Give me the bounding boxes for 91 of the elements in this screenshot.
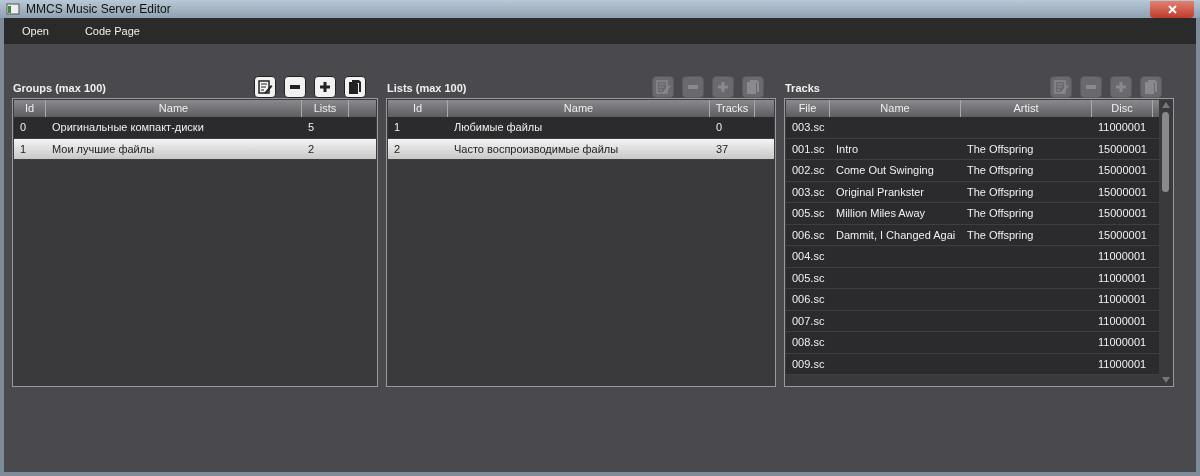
table-cell: 11000001 — [1098, 121, 1147, 133]
table-row[interactable]: 0 Оригинальные компакт-диски 5 — [14, 117, 376, 139]
table-cell: 0 — [716, 121, 723, 133]
window-title: MMCS Music Server Editor — [26, 1, 171, 18]
table-row[interactable]: 1 Мои лучшие файлы 2 — [14, 138, 376, 160]
app-icon — [6, 3, 20, 15]
table-cell: 11000001 — [1098, 250, 1147, 262]
copy-button[interactable] — [344, 76, 366, 98]
plus-icon — [718, 82, 728, 92]
table-row[interactable]: 003.sc 11000001 — [786, 117, 1159, 139]
close-button[interactable] — [1150, 0, 1194, 18]
table-cell: 0 — [20, 121, 27, 133]
table-cell: 003.sc — [792, 185, 825, 198]
table-cell: Intro — [836, 142, 858, 155]
table-cell: 11000001 — [1098, 271, 1147, 284]
table-cell: 007.sc — [792, 314, 825, 327]
pages-icon — [1143, 79, 1159, 95]
table-cell: 11000001 — [1098, 293, 1147, 305]
table-row[interactable]: 001.sc Intro The Offspring 15000001 — [786, 138, 1159, 160]
pages-icon — [347, 79, 363, 95]
table-cell: 005.sc — [792, 271, 825, 284]
table-cell: 1 — [20, 142, 27, 155]
table-row[interactable]: 009.sc 11000001 — [786, 353, 1159, 375]
table-cell: 003.sc — [792, 121, 825, 133]
table-cell: 11000001 — [1098, 314, 1147, 327]
table-cell: Мои лучшие файлы — [52, 142, 155, 155]
remove-button[interactable] — [284, 76, 306, 98]
table-cell: 15000001 — [1098, 142, 1147, 155]
panel-title: Lists (max 100) — [387, 80, 467, 96]
table-cell: 2 — [394, 142, 401, 155]
table-cell: 11000001 — [1098, 336, 1147, 348]
table-cell: 11000001 — [1098, 357, 1147, 370]
table-row[interactable]: 2 Часто воспроизводимые файлы 37 — [388, 138, 774, 160]
table-cell: 15000001 — [1098, 207, 1147, 219]
edit-icon — [257, 79, 273, 95]
table-row[interactable]: 007.sc 11000001 — [786, 310, 1159, 332]
table-cell: 5 — [308, 121, 315, 133]
minus-icon — [688, 85, 698, 89]
edit-button[interactable] — [254, 76, 276, 98]
table-row[interactable]: 005.sc 11000001 — [786, 267, 1159, 289]
edit-icon — [655, 79, 671, 95]
table-row[interactable]: 006.sc 11000001 — [786, 289, 1159, 311]
close-icon — [1167, 4, 1177, 14]
pages-icon — [745, 79, 761, 95]
table-cell: 006.sc — [792, 228, 825, 241]
panel-title: Tracks — [785, 80, 820, 96]
table-cell: 006.sc — [792, 293, 825, 305]
table-cell: The Offspring — [967, 185, 1034, 198]
table-row[interactable]: 006.sc Dammit, I Changed Agai The Offspring 15000001 — [786, 224, 1159, 246]
table-cell: Оригинальные компакт-диски — [52, 121, 204, 133]
edit-icon — [1053, 79, 1069, 95]
table-cell: The Offspring — [967, 207, 1034, 219]
plus-icon — [320, 82, 330, 92]
minus-icon — [290, 85, 300, 89]
minus-icon — [1086, 85, 1096, 89]
table-row[interactable]: 002.sc Come Out Swinging The Offspring 15000001 — [786, 160, 1159, 182]
up-arrow-icon — [1161, 102, 1170, 108]
menu-item[interactable]: Code Page — [66, 18, 158, 44]
table-cell: Dammit, I Changed Agai — [836, 228, 956, 241]
table-cell: 1 — [394, 121, 401, 133]
table-row[interactable]: 008.sc 11000001 — [786, 332, 1159, 354]
table-cell: 15000001 — [1098, 228, 1147, 241]
table-cell: 005.sc — [792, 207, 825, 219]
table-cell: The Offspring — [967, 228, 1034, 241]
down-arrow-icon — [1161, 377, 1170, 383]
table-row[interactable]: 003.sc Original Prankster The Offspring 15000001 — [786, 181, 1159, 203]
table-cell: Come Out Swinging — [836, 164, 934, 176]
scrollbar[interactable] — [1159, 100, 1172, 385]
add-button[interactable] — [314, 76, 336, 98]
table-cell: Original Prankster — [836, 185, 925, 198]
table-cell: Часто воспроизводимые файлы — [454, 142, 619, 155]
table-row[interactable]: 005.sc Million Miles Away The Offspring 15000001 — [786, 203, 1159, 225]
scrollbar-thumb[interactable] — [1162, 112, 1169, 192]
table-cell: Любимые файлы — [454, 121, 543, 133]
table-cell: 2 — [308, 142, 315, 155]
table-cell: The Offspring — [967, 164, 1034, 176]
table-row[interactable]: 1 Любимые файлы 0 — [388, 117, 774, 139]
table-cell: 004.sc — [792, 250, 825, 262]
panel-title: Groups (max 100) — [13, 80, 106, 96]
table-cell: 008.sc — [792, 336, 825, 348]
table-cell: Million Miles Away — [836, 207, 926, 219]
table-cell: 009.sc — [792, 357, 825, 370]
table-cell: 001.sc — [792, 142, 825, 155]
plus-icon — [1116, 82, 1126, 92]
table-cell: 37 — [716, 142, 729, 155]
table-cell: 15000001 — [1098, 164, 1147, 176]
table-cell: 002.sc — [792, 164, 825, 176]
table-row[interactable]: 004.sc 11000001 — [786, 246, 1159, 268]
table-cell: 15000001 — [1098, 185, 1147, 198]
menu-item[interactable]: Open — [4, 18, 67, 44]
table-cell: The Offspring — [967, 142, 1034, 155]
